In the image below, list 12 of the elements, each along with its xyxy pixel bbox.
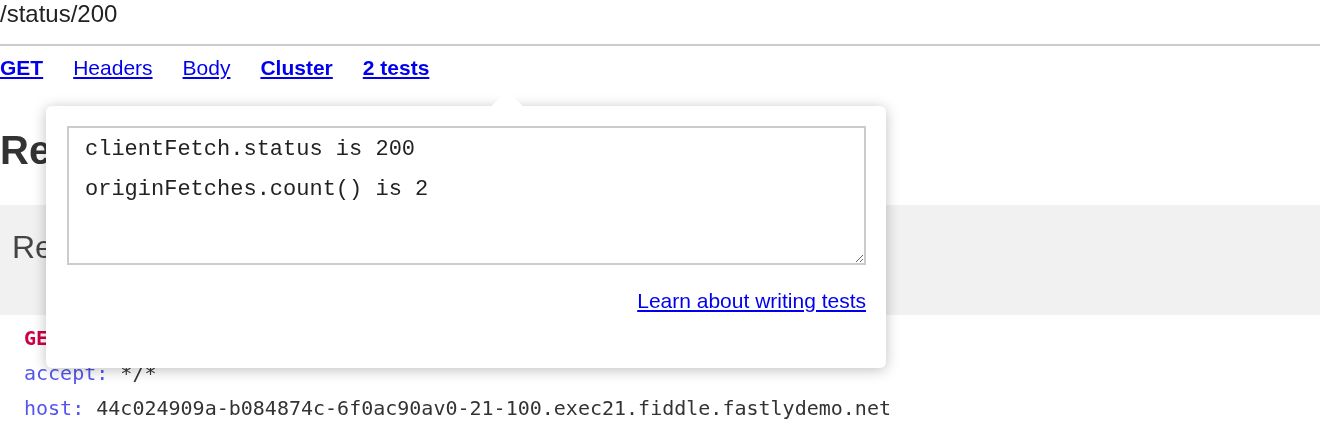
nav-link[interactable]: Body — [182, 56, 231, 90]
nav-link[interactable]: 2 tests — [362, 56, 430, 90]
tests-input-field[interactable]: clientFetch.status is 200 originFetches.count() is 2 — [67, 126, 866, 265]
header-name: accept: — [24, 361, 109, 385]
url-path: /status/200 — [0, 0, 1320, 46]
nav-link[interactable]: Headers — [73, 56, 153, 90]
nav-link[interactable]: GET — [0, 56, 44, 90]
nav-link[interactable]: Cluster — [260, 56, 333, 90]
header-name: host: — [24, 396, 85, 420]
request-method: GE — [24, 325, 49, 352]
learn-link[interactable]: Learn about writing tests — [637, 289, 866, 313]
header-value: 44c024909a-b084874c-6f0ac90av0-21-100.exec21.fiddle.fastlydemo.net — [96, 396, 891, 420]
